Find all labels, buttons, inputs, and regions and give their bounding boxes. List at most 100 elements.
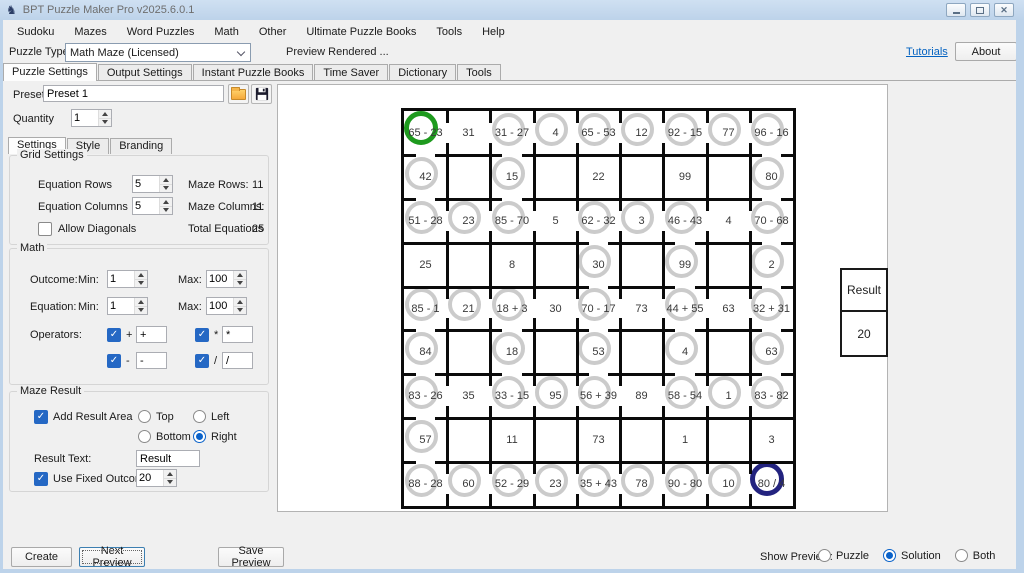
menu-item-sudoku[interactable]: Sudoku bbox=[7, 23, 64, 41]
show-preview-solution-radio[interactable]: Solution bbox=[883, 549, 941, 562]
menu-item-tools[interactable]: Tools bbox=[426, 23, 472, 41]
tab-dictionary[interactable]: Dictionary bbox=[389, 64, 456, 81]
maze-cell: 23 bbox=[447, 199, 490, 243]
spin-up-button[interactable] bbox=[234, 271, 246, 279]
operator-minus-input[interactable] bbox=[136, 352, 167, 369]
menu-item-math[interactable]: Math bbox=[204, 23, 248, 41]
operator-div-input[interactable] bbox=[222, 352, 253, 369]
menu-item-mazes[interactable]: Mazes bbox=[64, 23, 116, 41]
outcome-max-input[interactable] bbox=[207, 271, 233, 287]
next-preview-button[interactable]: Next Preview bbox=[79, 547, 145, 567]
radio-icon[interactable] bbox=[818, 549, 831, 562]
equation-min-label: Min: bbox=[78, 301, 99, 313]
fixed-outcome-input[interactable] bbox=[137, 470, 163, 486]
create-button[interactable]: Create bbox=[11, 547, 72, 567]
spin-up-button[interactable] bbox=[135, 271, 147, 279]
subtab-branding[interactable]: Branding bbox=[110, 138, 172, 154]
maze-cell: 42 bbox=[404, 155, 447, 199]
operator-minus-checkbox[interactable]: ✓ bbox=[107, 354, 121, 368]
spin-down-button[interactable] bbox=[160, 184, 172, 193]
outcome-min-input[interactable] bbox=[108, 271, 134, 287]
spin-up-button[interactable] bbox=[99, 110, 111, 118]
close-button[interactable]: ✕ bbox=[994, 3, 1014, 17]
operator-plus-checkbox[interactable]: ✓ bbox=[107, 328, 121, 342]
allow-diagonals-checkbox[interactable] bbox=[38, 222, 52, 236]
spin-down-button[interactable] bbox=[160, 206, 172, 215]
equation-min-stepper[interactable] bbox=[107, 297, 148, 315]
operator-mult-symbol: * bbox=[214, 329, 218, 341]
spin-up-button[interactable] bbox=[160, 198, 172, 206]
equation-max-input[interactable] bbox=[207, 298, 233, 314]
puzzle-type-select[interactable]: Math Maze (Licensed) bbox=[65, 43, 251, 62]
operator-mult-input[interactable] bbox=[222, 326, 253, 343]
spin-down-button[interactable] bbox=[135, 279, 147, 288]
tab-instant-puzzle-books[interactable]: Instant Puzzle Books bbox=[193, 64, 314, 81]
save-preview-button[interactable]: Save Preview bbox=[218, 547, 284, 567]
use-fixed-outcome-checkbox[interactable]: ✓ bbox=[34, 472, 48, 486]
quantity-input[interactable] bbox=[72, 110, 98, 126]
tab-tools[interactable]: Tools bbox=[457, 64, 501, 81]
maze-cell: 22 bbox=[577, 155, 620, 199]
window-border-right bbox=[1016, 20, 1024, 573]
arrow-up-icon bbox=[237, 273, 243, 277]
spin-down-button[interactable] bbox=[164, 478, 176, 487]
folder-icon bbox=[231, 89, 246, 100]
outcome-max-stepper[interactable] bbox=[206, 270, 247, 288]
tutorials-link[interactable]: Tutorials bbox=[906, 46, 948, 58]
maze-result-group: Maze Result ✓ Add Result Area Top Left B… bbox=[9, 391, 269, 492]
equation-rows-input[interactable] bbox=[133, 176, 159, 192]
minimize-button[interactable] bbox=[946, 3, 966, 17]
menu-item-help[interactable]: Help bbox=[472, 23, 515, 41]
spin-down-button[interactable] bbox=[99, 118, 111, 127]
equation-rows-stepper[interactable] bbox=[132, 175, 173, 193]
show-preview-both-radio[interactable]: Both bbox=[955, 549, 996, 562]
result-text-input[interactable] bbox=[136, 450, 200, 467]
quantity-stepper[interactable] bbox=[71, 109, 112, 127]
tab-time-saver[interactable]: Time Saver bbox=[314, 64, 388, 81]
maze-cell: 95 bbox=[534, 374, 577, 418]
add-result-area-checkbox[interactable]: ✓ bbox=[34, 410, 48, 424]
fixed-outcome-stepper[interactable] bbox=[136, 469, 177, 487]
radio-icon[interactable] bbox=[883, 549, 896, 562]
maze-cell: 11 bbox=[490, 418, 534, 462]
tab-puzzle-settings[interactable]: Puzzle Settings bbox=[3, 63, 97, 81]
result-right-radio[interactable] bbox=[193, 430, 206, 443]
radio-icon[interactable] bbox=[955, 549, 968, 562]
spin-down-button[interactable] bbox=[135, 306, 147, 315]
preset-input[interactable] bbox=[43, 85, 224, 102]
maze-cell: 80 / 4 bbox=[750, 462, 793, 506]
menu-item-other[interactable]: Other bbox=[249, 23, 297, 41]
maximize-button[interactable] bbox=[970, 3, 990, 17]
equation-columns-input[interactable] bbox=[133, 198, 159, 214]
minimize-icon bbox=[953, 12, 960, 14]
maze-cell: 60 bbox=[447, 462, 490, 506]
show-preview-puzzle-radio[interactable]: Puzzle bbox=[818, 549, 869, 562]
operator-mult-checkbox[interactable]: ✓ bbox=[195, 328, 209, 342]
spin-up-button[interactable] bbox=[135, 298, 147, 306]
equation-max-stepper[interactable] bbox=[206, 297, 247, 315]
save-preset-button[interactable] bbox=[251, 84, 272, 104]
result-top-radio[interactable] bbox=[138, 410, 151, 423]
menu-item-word-puzzles[interactable]: Word Puzzles bbox=[117, 23, 205, 41]
outcome-min-stepper[interactable] bbox=[107, 270, 148, 288]
spin-up-button[interactable] bbox=[160, 176, 172, 184]
about-button[interactable]: About bbox=[955, 42, 1017, 61]
arrow-up-icon bbox=[163, 178, 169, 182]
menu-item-ultimate-puzzle-books[interactable]: Ultimate Puzzle Books bbox=[296, 23, 426, 41]
equation-columns-stepper[interactable] bbox=[132, 197, 173, 215]
equation-min-input[interactable] bbox=[108, 298, 134, 314]
open-preset-button[interactable] bbox=[228, 84, 249, 104]
spin-down-button[interactable] bbox=[234, 279, 246, 288]
maze-cell: 30 bbox=[534, 287, 577, 330]
maze-cell: 92 - 15 bbox=[663, 111, 707, 155]
operator-plus-input[interactable] bbox=[136, 326, 167, 343]
operator-div-checkbox[interactable]: ✓ bbox=[195, 354, 209, 368]
tab-output-settings[interactable]: Output Settings bbox=[98, 64, 192, 81]
maze-cell: 3 bbox=[750, 418, 793, 462]
spin-up-button[interactable] bbox=[164, 470, 176, 478]
maze-cell: 77 bbox=[707, 111, 750, 155]
spin-down-button[interactable] bbox=[234, 306, 246, 315]
result-bottom-radio[interactable] bbox=[138, 430, 151, 443]
spin-up-button[interactable] bbox=[234, 298, 246, 306]
result-left-radio[interactable] bbox=[193, 410, 206, 423]
